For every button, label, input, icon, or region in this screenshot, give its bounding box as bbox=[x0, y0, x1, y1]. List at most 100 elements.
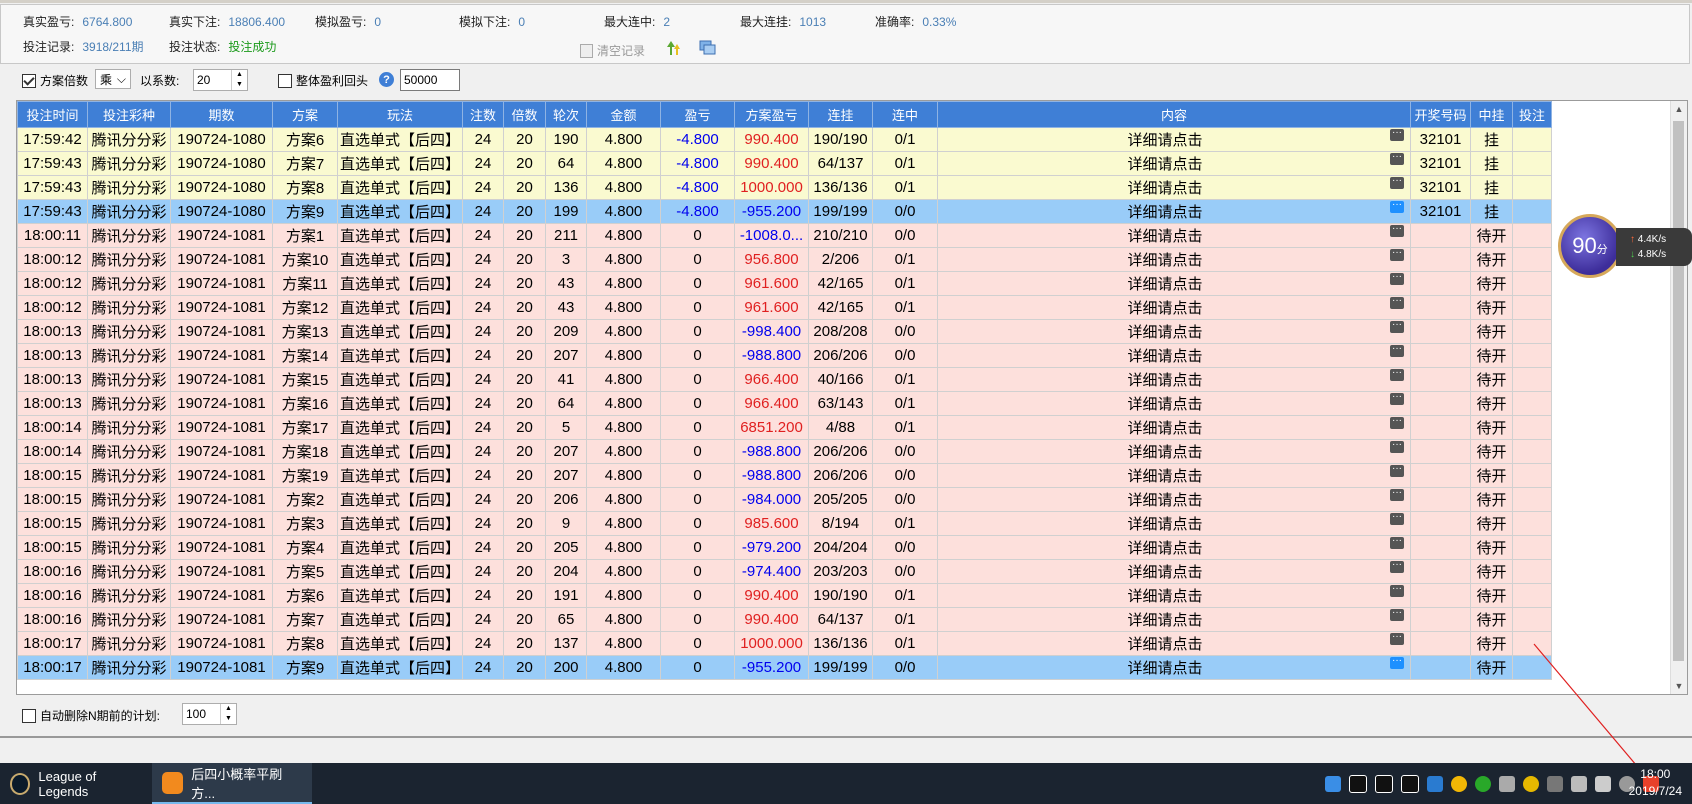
more-icon[interactable]: ··· bbox=[1390, 177, 1405, 189]
table-row[interactable]: 18:00:15 腾讯分分彩 190724-1081 方案19 直选单式【后四】 24 20… bbox=[17, 463, 1553, 488]
scroll-up-icon[interactable]: ▲ bbox=[1671, 101, 1687, 117]
detail-link[interactable]: 详细请点击 bbox=[1128, 393, 1203, 414]
table-cell[interactable]: 详细请点击 ··· bbox=[937, 391, 1412, 416]
column-header[interactable]: 轮次 bbox=[545, 101, 588, 128]
table-cell[interactable]: 详细请点击 ··· bbox=[937, 535, 1412, 560]
table-row[interactable]: 18:00:16 腾讯分分彩 190724-1081 方案5 直选单式【后四】 24 20 2… bbox=[17, 559, 1553, 584]
table-cell[interactable]: 详细请点击 ··· bbox=[937, 247, 1412, 272]
score-ball[interactable]: 90 分 bbox=[1558, 214, 1622, 278]
column-header[interactable]: 期数 bbox=[170, 101, 273, 128]
detail-link[interactable]: 详细请点击 bbox=[1128, 657, 1203, 678]
table-row[interactable]: 18:00:17 腾讯分分彩 190724-1081 方案8 直选单式【后四】 24 20 1… bbox=[17, 631, 1553, 656]
more-icon[interactable]: ··· bbox=[1390, 417, 1405, 429]
detail-link[interactable]: 详细请点击 bbox=[1128, 537, 1203, 558]
detail-link[interactable]: 详细请点击 bbox=[1128, 345, 1203, 366]
g-icon[interactable] bbox=[1451, 776, 1467, 792]
scroll-thumb[interactable] bbox=[1673, 121, 1684, 661]
rollback-input[interactable]: 50000 bbox=[400, 69, 460, 91]
operation-select[interactable]: 乘 ⌵ bbox=[95, 69, 131, 89]
table-cell[interactable]: 详细请点击 ··· bbox=[937, 583, 1412, 608]
table-row[interactable]: 17:59:42 腾讯分分彩 190724-1080 方案6 直选单式【后四】 24 20 1… bbox=[17, 127, 1553, 152]
table-cell[interactable]: 详细请点击 ··· bbox=[937, 199, 1412, 224]
table-cell[interactable]: 详细请点击 ··· bbox=[937, 487, 1412, 512]
table-cell[interactable]: 详细请点击 ··· bbox=[937, 511, 1412, 536]
spin-up-icon[interactable]: ▲ bbox=[232, 70, 247, 80]
column-header[interactable]: 连挂 bbox=[808, 101, 874, 128]
column-header[interactable]: 开奖号码 bbox=[1410, 101, 1472, 128]
table-cell[interactable]: 详细请点击 ··· bbox=[937, 439, 1412, 464]
more-icon[interactable]: ··· bbox=[1390, 321, 1405, 333]
more-icon[interactable]: ··· bbox=[1390, 345, 1405, 357]
vertical-scrollbar[interactable]: ▲ ▼ bbox=[1670, 101, 1687, 694]
more-icon[interactable]: ··· bbox=[1390, 297, 1405, 309]
table-cell[interactable]: 详细请点击 ··· bbox=[937, 151, 1412, 176]
penguin-icon[interactable] bbox=[1401, 775, 1419, 793]
column-header[interactable]: 注数 bbox=[462, 101, 505, 128]
detail-link[interactable]: 详细请点击 bbox=[1128, 489, 1203, 510]
detail-link[interactable]: 详细请点击 bbox=[1128, 561, 1203, 582]
table-cell[interactable]: 详细请点击 ··· bbox=[937, 415, 1412, 440]
table-cell[interactable]: 详细请点击 ··· bbox=[937, 559, 1412, 584]
auto-delete-toggle[interactable]: 自动删除N期前的计划: bbox=[22, 707, 160, 724]
multiplier-checkbox[interactable] bbox=[22, 73, 36, 88]
table-row[interactable]: 18:00:12 腾讯分分彩 190724-1081 方案10 直选单式【后四】 24 20… bbox=[17, 247, 1553, 272]
detail-link[interactable]: 详细请点击 bbox=[1128, 513, 1203, 534]
settings-icon[interactable] bbox=[1547, 776, 1563, 792]
system-clock[interactable]: 18:00 2019/7/24 bbox=[1629, 766, 1682, 800]
column-header[interactable]: 内容 bbox=[937, 101, 1412, 128]
table-cell[interactable]: 详细请点击 ··· bbox=[937, 295, 1412, 320]
table-row[interactable]: 17:59:43 腾讯分分彩 190724-1080 方案8 直选单式【后四】 24 20 1… bbox=[17, 175, 1553, 200]
table-row[interactable]: 18:00:16 腾讯分分彩 190724-1081 方案7 直选单式【后四】 24 20 6… bbox=[17, 607, 1553, 632]
table-row[interactable]: 18:00:13 腾讯分分彩 190724-1081 方案16 直选单式【后四】 24 20… bbox=[17, 391, 1553, 416]
help-icon[interactable]: ? bbox=[379, 72, 394, 87]
more-icon[interactable]: ··· bbox=[1390, 561, 1405, 573]
detail-link[interactable]: 详细请点击 bbox=[1128, 273, 1203, 294]
column-header[interactable]: 玩法 bbox=[336, 101, 464, 128]
column-header[interactable]: 盈亏 bbox=[660, 101, 736, 128]
taskbar-app-lol[interactable]: League of Legends bbox=[0, 763, 150, 804]
spin-up-icon[interactable]: ▲ bbox=[221, 704, 236, 714]
detail-link[interactable]: 详细请点击 bbox=[1128, 609, 1203, 630]
column-header[interactable]: 方案盈亏 bbox=[734, 101, 810, 128]
scroll-down-icon[interactable]: ▼ bbox=[1671, 678, 1687, 694]
detail-link[interactable]: 详细请点击 bbox=[1128, 369, 1203, 390]
network-speed-widget[interactable]: 90 分 ↑ 4.4K/s ↓ 4.8K/s bbox=[1558, 214, 1692, 278]
table-cell[interactable]: 详细请点击 ··· bbox=[937, 463, 1412, 488]
more-icon[interactable]: ··· bbox=[1390, 441, 1405, 453]
column-header[interactable]: 投注时间 bbox=[17, 101, 88, 128]
table-row[interactable]: 18:00:15 腾讯分分彩 190724-1081 方案3 直选单式【后四】 24 20 9… bbox=[17, 511, 1553, 536]
detail-link[interactable]: 详细请点击 bbox=[1128, 321, 1203, 342]
rollback-toggle[interactable]: 整体盈利回头 bbox=[278, 72, 368, 89]
table-row[interactable]: 18:00:14 腾讯分分彩 190724-1081 方案17 直选单式【后四】 24 20… bbox=[17, 415, 1553, 440]
usb-icon[interactable] bbox=[1499, 776, 1515, 792]
column-header[interactable]: 连中 bbox=[872, 101, 939, 128]
column-header[interactable]: 方案 bbox=[272, 101, 338, 128]
more-icon[interactable]: ··· bbox=[1390, 537, 1405, 549]
table-row[interactable]: 18:00:11 腾讯分分彩 190724-1081 方案1 直选单式【后四】 24 20 2… bbox=[17, 223, 1553, 248]
table-cell[interactable]: 详细请点击 ··· bbox=[937, 175, 1412, 200]
security-icon[interactable] bbox=[1475, 776, 1491, 792]
spin-down-icon[interactable]: ▼ bbox=[221, 714, 236, 724]
app-icon[interactable] bbox=[1427, 776, 1443, 792]
more-icon[interactable]: ··· bbox=[1390, 609, 1405, 621]
table-row[interactable]: 18:00:15 腾讯分分彩 190724-1081 方案2 直选单式【后四】 24 20 2… bbox=[17, 487, 1553, 512]
penguin-icon[interactable] bbox=[1375, 775, 1393, 793]
column-header[interactable]: 投注 bbox=[1512, 101, 1553, 128]
more-icon[interactable]: ··· bbox=[1390, 369, 1405, 381]
table-cell[interactable]: 详细请点击 ··· bbox=[937, 607, 1412, 632]
detail-link[interactable]: 详细请点击 bbox=[1128, 225, 1203, 246]
column-header[interactable]: 中挂 bbox=[1470, 101, 1514, 128]
detail-link[interactable]: 详细请点击 bbox=[1128, 633, 1203, 654]
detail-link[interactable]: 详细请点击 bbox=[1128, 441, 1203, 462]
table-row[interactable]: 18:00:13 腾讯分分彩 190724-1081 方案14 直选单式【后四】 24 20… bbox=[17, 343, 1553, 368]
more-icon[interactable]: ··· bbox=[1390, 225, 1405, 237]
monitor-icon[interactable] bbox=[1325, 776, 1341, 792]
table-cell[interactable]: 详细请点击 ··· bbox=[937, 367, 1412, 392]
more-icon[interactable]: ··· bbox=[1390, 465, 1405, 477]
windows-icon[interactable] bbox=[699, 39, 717, 57]
table-row[interactable]: 18:00:12 腾讯分分彩 190724-1081 方案12 直选单式【后四】 24 20… bbox=[17, 295, 1553, 320]
taskbar-app-betting[interactable]: 后四小概率平刷方... bbox=[152, 763, 312, 804]
more-icon[interactable]: ··· bbox=[1390, 201, 1405, 213]
coef-stepper[interactable]: 20 ▲ ▼ bbox=[193, 69, 248, 91]
detail-link[interactable]: 详细请点击 bbox=[1128, 249, 1203, 270]
